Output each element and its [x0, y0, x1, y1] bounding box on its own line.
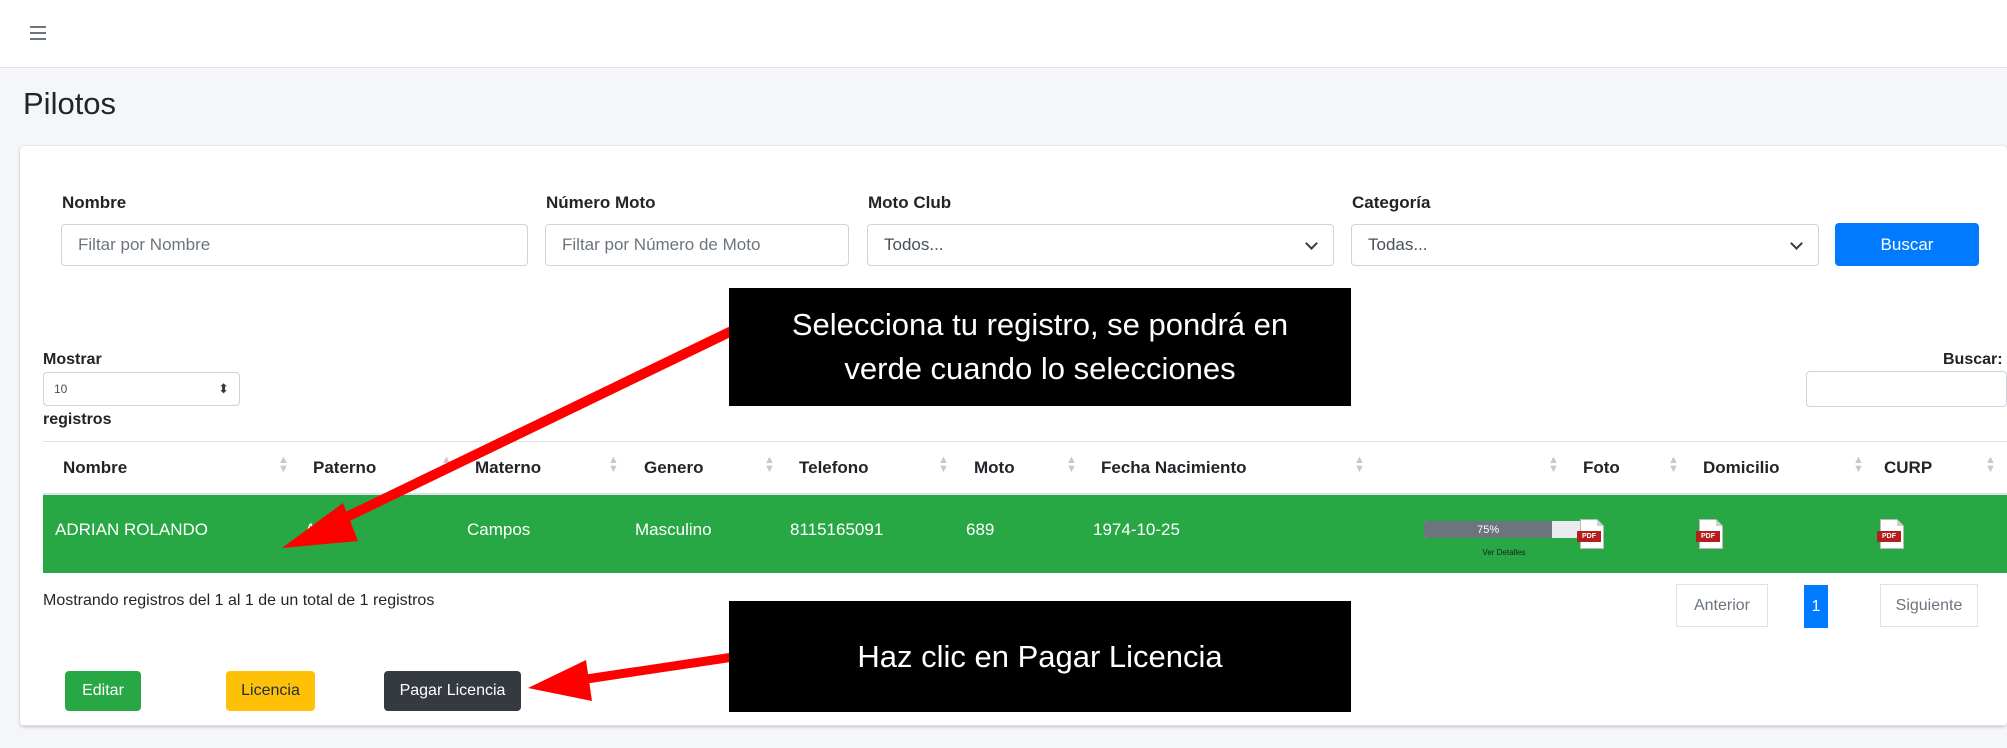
sort-updown-icon: ⬍	[218, 381, 229, 396]
editar-button[interactable]: Editar	[65, 671, 141, 711]
sort-icon: ▲ ▼	[938, 454, 949, 475]
pagination-prev-button[interactable]: Anterior	[1676, 584, 1768, 627]
numero-moto-filter-label: Número Moto	[546, 193, 656, 212]
progress-fill: 75%	[1424, 521, 1553, 538]
mostrar-label: Mostrar	[43, 351, 102, 368]
table-info: Mostrando registros del 1 al 1 de un tot…	[43, 592, 435, 609]
categoria-select-value: Todas...	[1368, 235, 1428, 254]
registros-label: registros	[43, 411, 112, 428]
menu-icon[interactable]	[30, 24, 50, 40]
card-divider	[20, 725, 2007, 726]
column-header-telefono[interactable]: Telefono	[799, 458, 869, 478]
column-header-moto[interactable]: Moto	[974, 458, 1015, 478]
page-title: Pilotos	[23, 86, 117, 121]
column-header-materno[interactable]: Materno	[475, 458, 541, 478]
page-length-select[interactable]: 10 ⬍	[43, 372, 240, 406]
foto-pdf-icon[interactable]: PDF	[1577, 519, 1604, 549]
pay-license-callout: Haz clic en Pagar Licencia	[729, 601, 1351, 712]
cell-paterno: AYA...	[305, 520, 351, 539]
pagination-next-button[interactable]: Siguiente	[1880, 584, 1978, 627]
nombre-filter-label: Nombre	[62, 193, 127, 212]
callout-line-1: Selecciona tu registro, se pondrá en	[791, 307, 1289, 342]
sort-icon: ▲ ▼	[1548, 454, 1559, 475]
completion-progress-bar: 75%	[1424, 521, 1595, 538]
ver-detalles-link[interactable]: Ver Detalles	[1424, 548, 1584, 557]
cell-fecha-nacimiento: 1974-10-25	[1093, 520, 1180, 539]
sort-icon: ▲ ▼	[1668, 454, 1679, 475]
categoria-select[interactable]: Todas...	[1351, 224, 1819, 266]
cell-nombre: ADRIAN ROLANDO	[55, 520, 209, 539]
nombre-filter-placeholder: Filtar por Nombre	[78, 235, 211, 254]
column-header-paterno[interactable]: Paterno	[313, 458, 376, 478]
sort-icon: ▲ ▼	[278, 454, 289, 475]
column-header-genero[interactable]: Genero	[644, 458, 704, 478]
sort-icon: ▲ ▼	[441, 454, 452, 475]
sort-icon: ▲ ▼	[608, 454, 619, 475]
pagination-page-1[interactable]: 1	[1804, 585, 1828, 628]
column-header-fecha-nacimiento[interactable]: Fecha Nacimiento	[1101, 458, 1247, 478]
table-row[interactable]: ADRIAN ROLANDO AYA... Campos Masculino 8…	[43, 495, 2007, 573]
cell-telefono: 8115165091	[790, 520, 884, 539]
curp-pdf-icon[interactable]: PDF	[1877, 519, 1904, 549]
domicilio-pdf-icon[interactable]: PDF	[1696, 519, 1723, 549]
table-header: Nombre ▲ ▼ Paterno ▲ ▼ Materno ▲ ▼ Genero ▲…	[43, 441, 2007, 495]
numero-moto-filter-placeholder: Filtar por Número de Moto	[562, 235, 761, 254]
licencia-button[interactable]: Licencia	[226, 671, 315, 711]
sort-icon: ▲ ▼	[764, 454, 775, 475]
nombre-filter-input[interactable]: Filtar por Nombre	[61, 224, 528, 266]
cell-materno: Campos	[467, 520, 531, 539]
buscar-button[interactable]: Buscar	[1835, 223, 1979, 266]
table-search-input[interactable]	[1806, 371, 2007, 407]
column-header-foto[interactable]: Foto	[1583, 458, 1620, 478]
numero-moto-filter-input[interactable]: Filtar por Número de Moto	[545, 224, 849, 266]
column-header-curp[interactable]: CURP	[1884, 458, 1932, 478]
chevron-down-icon	[1790, 239, 1802, 251]
categoria-filter-label: Categoría	[1352, 193, 1431, 212]
moto-club-select-value: Todos...	[884, 235, 944, 254]
sort-icon: ▲ ▼	[1354, 454, 1365, 475]
page-length-value: 10	[54, 382, 68, 396]
table-search-label: Buscar:	[1943, 351, 2003, 368]
sort-icon: ▲ ▼	[1066, 454, 1077, 475]
chevron-down-icon	[1305, 239, 1317, 251]
sort-icon: ▲ ▼	[1985, 454, 1996, 475]
cell-moto: 689	[966, 520, 995, 539]
cell-genero: Masculino	[635, 520, 712, 539]
column-header-domicilio[interactable]: Domicilio	[1703, 458, 1780, 478]
moto-club-select[interactable]: Todos...	[867, 224, 1334, 266]
top-navbar	[0, 0, 2007, 68]
column-header-nombre[interactable]: Nombre	[63, 458, 127, 478]
sort-icon: ▲ ▼	[1853, 454, 1864, 475]
select-record-callout: Selecciona tu registro, se pondrá en ver…	[729, 288, 1351, 406]
callout-line-2: verde cuando lo selecciones	[844, 351, 1236, 386]
pagar-licencia-button[interactable]: Pagar Licencia	[384, 671, 521, 711]
moto-club-filter-label: Moto Club	[868, 193, 952, 212]
